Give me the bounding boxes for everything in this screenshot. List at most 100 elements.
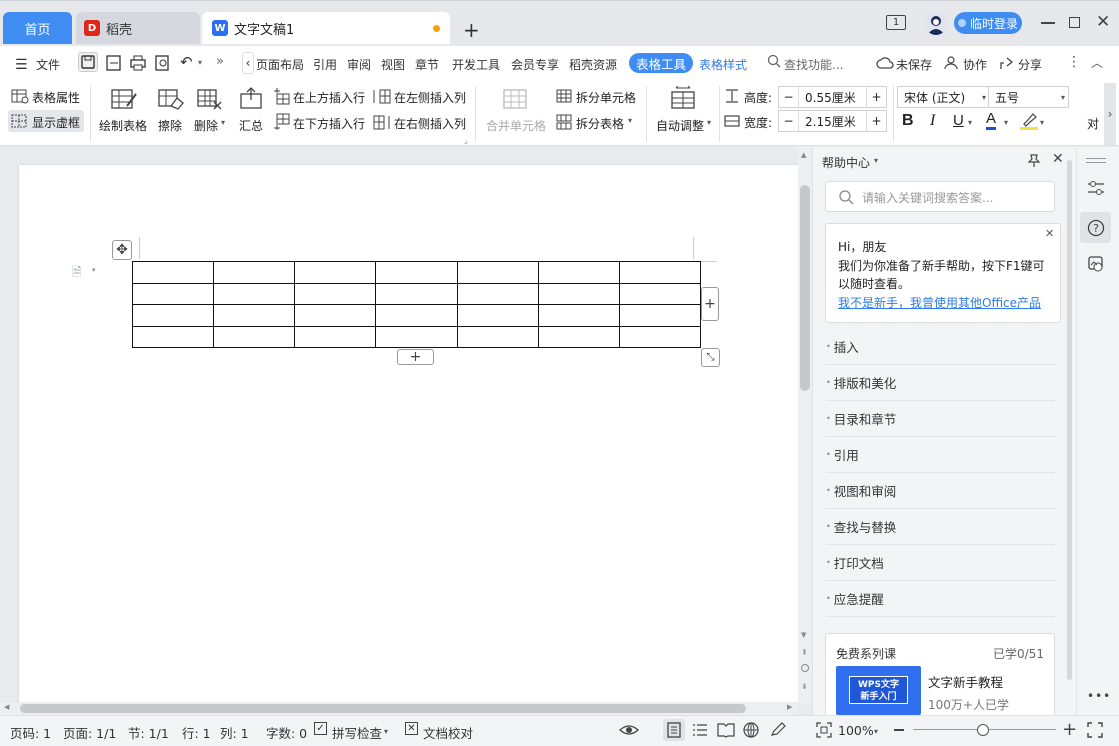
- auto-adjust-button[interactable]: 自动调整: [656, 117, 704, 134]
- hamburger-icon[interactable]: ☰: [15, 57, 28, 73]
- font-color-icon[interactable]: A: [986, 111, 997, 130]
- merge-cells-button[interactable]: 合并单元格: [486, 117, 546, 134]
- height-stepper[interactable]: − 0.55厘米 +: [778, 86, 887, 108]
- login-button[interactable]: 临时登录: [954, 12, 1022, 34]
- italic-icon[interactable]: I: [930, 112, 935, 130]
- split-table-button[interactable]: 拆分表格: [576, 115, 624, 132]
- close-pane-icon[interactable]: ✕: [1052, 151, 1064, 167]
- web-view-icon[interactable]: [743, 722, 759, 738]
- bold-icon[interactable]: B: [902, 112, 914, 130]
- height-value[interactable]: 0.55厘米: [799, 89, 866, 106]
- height-decrease-button[interactable]: −: [779, 87, 799, 107]
- help-topic-item[interactable]: • 目录和章节: [826, 401, 1055, 437]
- print-icon[interactable]: [129, 54, 147, 72]
- table-cell[interactable]: [618, 282, 702, 305]
- zoom-level[interactable]: 100%: [838, 723, 874, 738]
- scroll-down-icon[interactable]: ▼: [801, 631, 806, 639]
- collapse-ribbon-icon[interactable]: ︿: [1091, 54, 1103, 71]
- table-cell[interactable]: [375, 282, 458, 305]
- add-column-button[interactable]: +: [701, 287, 719, 321]
- table-cell[interactable]: [456, 304, 539, 327]
- menu-scroll-left-icon[interactable]: ‹: [242, 52, 254, 74]
- save-icon[interactable]: [78, 52, 98, 72]
- menu-references[interactable]: 引用: [313, 56, 337, 73]
- export-pdf-icon[interactable]: [105, 54, 123, 72]
- help-topic-item[interactable]: • 查找与替换: [826, 509, 1055, 545]
- help-topic-item[interactable]: • 视图和审阅: [826, 473, 1055, 509]
- close-window-icon[interactable]: ✕: [1096, 12, 1110, 32]
- ribbon-scroll-right-icon[interactable]: ›: [1104, 83, 1116, 145]
- window-layout-icon[interactable]: 1: [886, 15, 906, 30]
- table-cell[interactable]: [537, 304, 620, 327]
- tab-table-tools[interactable]: 表格工具: [629, 53, 693, 73]
- tab-daoke[interactable]: D 稻壳: [76, 12, 200, 44]
- paragraph-doc-icon[interactable]: 🗎: [72, 263, 82, 284]
- image-tools-icon[interactable]: [1087, 255, 1105, 273]
- help-title-dropdown-icon[interactable]: ▾: [874, 156, 878, 165]
- auto-adjust-dropdown-icon[interactable]: ▾: [707, 118, 711, 127]
- font-color-dropdown-icon[interactable]: ▾: [1004, 118, 1008, 127]
- menu-chapter[interactable]: 章节: [415, 56, 439, 73]
- course-name[interactable]: 文字新手教程: [928, 672, 1003, 691]
- outline-view-icon[interactable]: [692, 722, 708, 738]
- more-options-icon[interactable]: ⋮: [1067, 54, 1081, 70]
- table-cell[interactable]: [618, 304, 702, 327]
- table-cell[interactable]: [537, 282, 620, 305]
- rail-more-icon[interactable]: •••: [1087, 689, 1111, 703]
- prev-page-icon[interactable]: ⇞: [801, 648, 808, 657]
- share-button[interactable]: 分享: [1018, 56, 1042, 73]
- font-name-select[interactable]: 宋体 (正文) ▾: [897, 86, 990, 108]
- insert-row-below-button[interactable]: 在下方插入行: [293, 115, 365, 132]
- table-cell[interactable]: [456, 282, 539, 305]
- width-value[interactable]: 2.15厘米: [799, 113, 866, 130]
- new-tab-plus-icon[interactable]: +: [463, 18, 480, 42]
- draw-table-button[interactable]: 绘制表格: [99, 117, 147, 134]
- height-increase-button[interactable]: +: [866, 87, 886, 107]
- scroll-right-icon[interactable]: ▶: [787, 703, 792, 711]
- menu-review[interactable]: 审阅: [347, 56, 371, 73]
- scroll-left-icon[interactable]: ◀: [4, 703, 9, 711]
- width-decrease-button[interactable]: −: [779, 111, 799, 131]
- undo-icon[interactable]: ↶: [180, 53, 193, 71]
- zoom-dropdown-icon[interactable]: ▾: [874, 727, 878, 736]
- fullscreen-icon[interactable]: [1087, 722, 1103, 738]
- highlight-dropdown-icon[interactable]: ▾: [1040, 118, 1044, 127]
- write-mode-icon[interactable]: [769, 722, 787, 738]
- eye-protection-icon[interactable]: [619, 722, 639, 738]
- table-cell[interactable]: [618, 325, 702, 348]
- spell-check-button[interactable]: 拼写检查: [332, 723, 382, 742]
- erase-button[interactable]: 擦除: [158, 117, 182, 134]
- table-cell[interactable]: [294, 325, 377, 348]
- pin-icon[interactable]: [1027, 153, 1041, 167]
- font-size-select[interactable]: 五号 ▾: [988, 86, 1069, 108]
- width-stepper[interactable]: − 2.15厘米 +: [778, 110, 887, 132]
- avatar[interactable]: [925, 13, 947, 35]
- table-move-handle-icon[interactable]: ✥: [112, 240, 132, 260]
- status-page[interactable]: 页码: 1: [10, 723, 51, 742]
- table-cell[interactable]: [131, 282, 215, 305]
- print-preview-icon[interactable]: [154, 54, 172, 72]
- split-table-dropdown-icon[interactable]: ▾: [628, 116, 632, 125]
- reading-view-icon[interactable]: [717, 722, 735, 738]
- next-page-icon[interactable]: ⇟: [801, 682, 808, 691]
- summary-button[interactable]: 汇总: [239, 117, 263, 134]
- dialog-launcher-icon[interactable]: ⌟: [464, 136, 468, 145]
- vertical-scroll-thumb[interactable]: [800, 185, 810, 391]
- office-user-link[interactable]: 我不是新手，我曾使用其他Office产品: [838, 294, 1041, 311]
- search-function-input[interactable]: 查找功能...: [784, 56, 843, 73]
- table-cell[interactable]: [456, 261, 539, 284]
- menu-table-style[interactable]: 表格样式: [699, 56, 747, 73]
- zoom-in-icon[interactable]: +: [1062, 719, 1077, 740]
- menu-view[interactable]: 视图: [381, 56, 405, 73]
- document-table[interactable]: [131, 261, 702, 348]
- tab-home[interactable]: 首页: [3, 12, 72, 44]
- table-cell[interactable]: [213, 325, 296, 348]
- zoom-out-icon[interactable]: [894, 729, 904, 731]
- insert-row-above-button[interactable]: 在上方插入行: [293, 89, 365, 106]
- table-cell[interactable]: [537, 325, 620, 348]
- delete-dropdown-icon[interactable]: ▾: [221, 118, 225, 127]
- document-page[interactable]: [19, 165, 798, 705]
- help-topic-item[interactable]: • 打印文档: [826, 545, 1055, 581]
- menu-member[interactable]: 会员专享: [511, 56, 559, 73]
- table-cell[interactable]: [213, 304, 296, 327]
